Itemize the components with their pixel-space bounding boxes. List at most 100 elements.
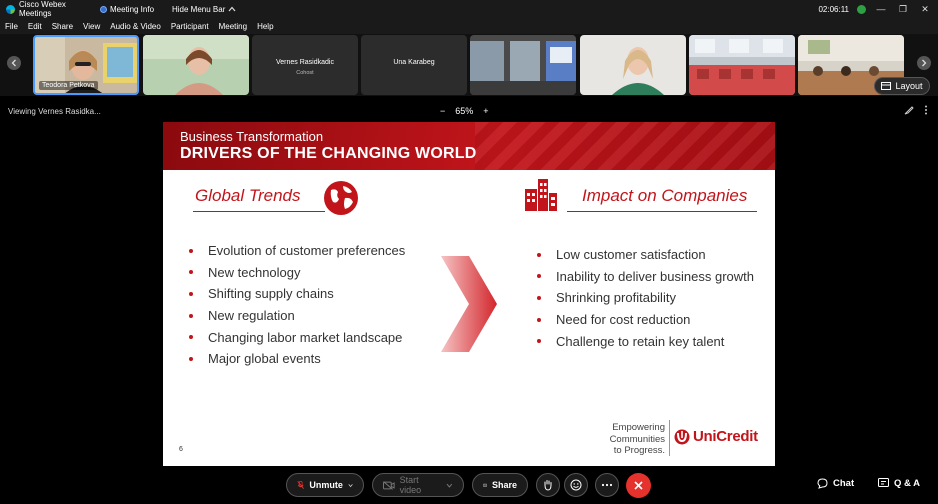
participant-tile-vernes[interactable]: Vernes Rasidkadic Cohost — [252, 35, 358, 95]
brand-tagline: Empowering Communities to Progress. — [583, 422, 665, 457]
slide-subtitle: Business Transformation — [180, 129, 324, 144]
menu-bar: File Edit Share View Audio & Video Parti… — [0, 18, 938, 34]
zoom-level[interactable]: 65% — [455, 106, 473, 116]
shared-slide: Business Transformation DRIVERS OF THE C… — [163, 122, 775, 466]
emoji-reactions-icon — [570, 479, 582, 491]
close-window-button[interactable]: ✕ — [918, 4, 932, 15]
layout-button[interactable]: Layout — [874, 77, 930, 95]
chevron-right-icon — [922, 59, 927, 67]
layout-grid-icon — [881, 82, 892, 90]
start-video-button[interactable]: Start video — [372, 473, 464, 497]
meeting-controls-bar: Unmute Start video Share Chat Q & A — [0, 466, 938, 504]
list-item: Changing labor market landscape — [187, 326, 405, 348]
menu-help[interactable]: Help — [257, 22, 273, 31]
chevron-down-icon — [348, 483, 353, 487]
menu-share[interactable]: Share — [52, 22, 73, 31]
zoom-out-button[interactable]: − — [440, 106, 445, 116]
chevron-down-icon — [446, 483, 453, 488]
connection-status-icon — [857, 4, 866, 14]
list-item: Shrinking profitability — [535, 287, 754, 309]
qa-icon — [878, 478, 889, 487]
left-heading-underline — [193, 211, 325, 212]
reactions-button[interactable] — [564, 473, 588, 497]
tagline-line: to Progress. — [613, 445, 665, 456]
right-section-heading: Impact on Companies — [582, 186, 748, 205]
header-pattern — [475, 122, 775, 170]
raise-hand-button[interactable] — [536, 473, 560, 497]
menu-file[interactable]: File — [5, 22, 18, 31]
list-item: Shifting supply chains — [187, 283, 405, 305]
list-item: Inability to deliver business growth — [535, 266, 754, 288]
restore-button[interactable]: ❐ — [896, 4, 910, 15]
participant-name: Vernes Rasidkadic — [276, 59, 334, 66]
menu-edit[interactable]: Edit — [28, 22, 42, 31]
list-item: Need for cost reduction — [535, 309, 754, 331]
meeting-info-button[interactable]: Meeting Info — [100, 5, 172, 14]
participant-filmstrip: Teodora Petkova Vernes Rasidkadic Cohost… — [0, 34, 938, 96]
hide-menu-label: Hide Menu Bar — [172, 4, 226, 14]
ellipsis-icon — [601, 483, 613, 487]
participant-video — [470, 35, 576, 95]
menu-view[interactable]: View — [83, 22, 100, 31]
qa-button[interactable]: Q & A — [878, 478, 920, 489]
more-options-button[interactable] — [595, 473, 619, 497]
global-trends-list: Evolution of customer preferences New te… — [187, 240, 405, 370]
layout-label: Layout — [895, 81, 923, 91]
unmute-button[interactable]: Unmute — [286, 473, 364, 497]
tagline-line: Communities — [609, 433, 665, 445]
right-heading-underline — [567, 211, 757, 212]
participant-tile-7[interactable] — [689, 35, 795, 95]
list-item: Evolution of customer preferences — [187, 240, 405, 262]
filmstrip-next-button[interactable] — [917, 56, 931, 70]
unmute-label: Unmute — [309, 480, 343, 490]
menu-audio-video[interactable]: Audio & Video — [110, 22, 161, 31]
chat-label: Chat — [833, 478, 855, 489]
list-item: Challenge to retain key talent — [535, 330, 754, 352]
participant-tile-6[interactable] — [580, 35, 686, 95]
more-options-icon[interactable] — [924, 105, 928, 115]
chat-button[interactable]: Chat — [817, 478, 854, 489]
participant-role: Cohost — [296, 70, 314, 76]
slide-header: Business Transformation DRIVERS OF THE C… — [163, 122, 775, 170]
globe-icon — [324, 181, 358, 215]
participant-name: Una Karabeg — [393, 59, 435, 66]
participant-tile-una[interactable]: Una Karabeg — [361, 35, 467, 95]
video-off-icon — [383, 480, 395, 490]
list-item: New technology — [187, 262, 405, 284]
share-label: Share — [491, 480, 517, 490]
app-title: Cisco Webex Meetings — [0, 0, 100, 18]
slide-title: DRIVERS OF THE CHANGING WORLD — [180, 145, 477, 162]
menu-meeting[interactable]: Meeting — [219, 22, 247, 31]
participant-tile-teodora[interactable]: Teodora Petkova — [33, 35, 139, 95]
minimize-button[interactable]: — — [874, 4, 888, 14]
zoom-in-button[interactable]: + — [483, 106, 488, 116]
meeting-info-label: Meeting Info — [110, 4, 155, 14]
list-item: New regulation — [187, 305, 405, 327]
tagline-line: Empowering — [612, 422, 665, 433]
arrow-chevron-icon — [441, 256, 497, 352]
participant-video — [143, 35, 249, 95]
close-icon — [634, 481, 643, 490]
title-bar: Cisco Webex Meetings Meeting Info Hide M… — [0, 0, 938, 18]
menu-participant[interactable]: Participant — [171, 22, 209, 31]
leave-meeting-button[interactable] — [626, 473, 651, 498]
annotate-icon[interactable] — [904, 105, 914, 115]
filmstrip-prev-button[interactable] — [7, 56, 21, 70]
share-button[interactable]: Share — [472, 473, 528, 497]
participant-name: Teodora Petkova — [39, 81, 98, 90]
list-item: Low customer satisfaction — [535, 244, 754, 266]
unicredit-emblem-icon — [674, 429, 690, 444]
participant-tile-5[interactable] — [470, 35, 576, 95]
list-item: Major global events — [187, 348, 405, 370]
slide-page-number: 6 — [179, 446, 183, 453]
hide-menu-bar-button[interactable]: Hide Menu Bar — [172, 5, 236, 14]
meeting-clock: 02:06:11 — [818, 4, 849, 14]
left-section-heading: Global Trends — [195, 186, 301, 205]
footer-divider — [669, 420, 670, 456]
chevron-up-icon — [228, 6, 236, 12]
webex-logo-icon — [6, 4, 15, 14]
start-video-label: Start video — [399, 475, 422, 495]
muted-microphone-icon — [297, 480, 304, 489]
info-shield-icon — [100, 5, 107, 13]
participant-tile-2[interactable] — [143, 35, 249, 95]
